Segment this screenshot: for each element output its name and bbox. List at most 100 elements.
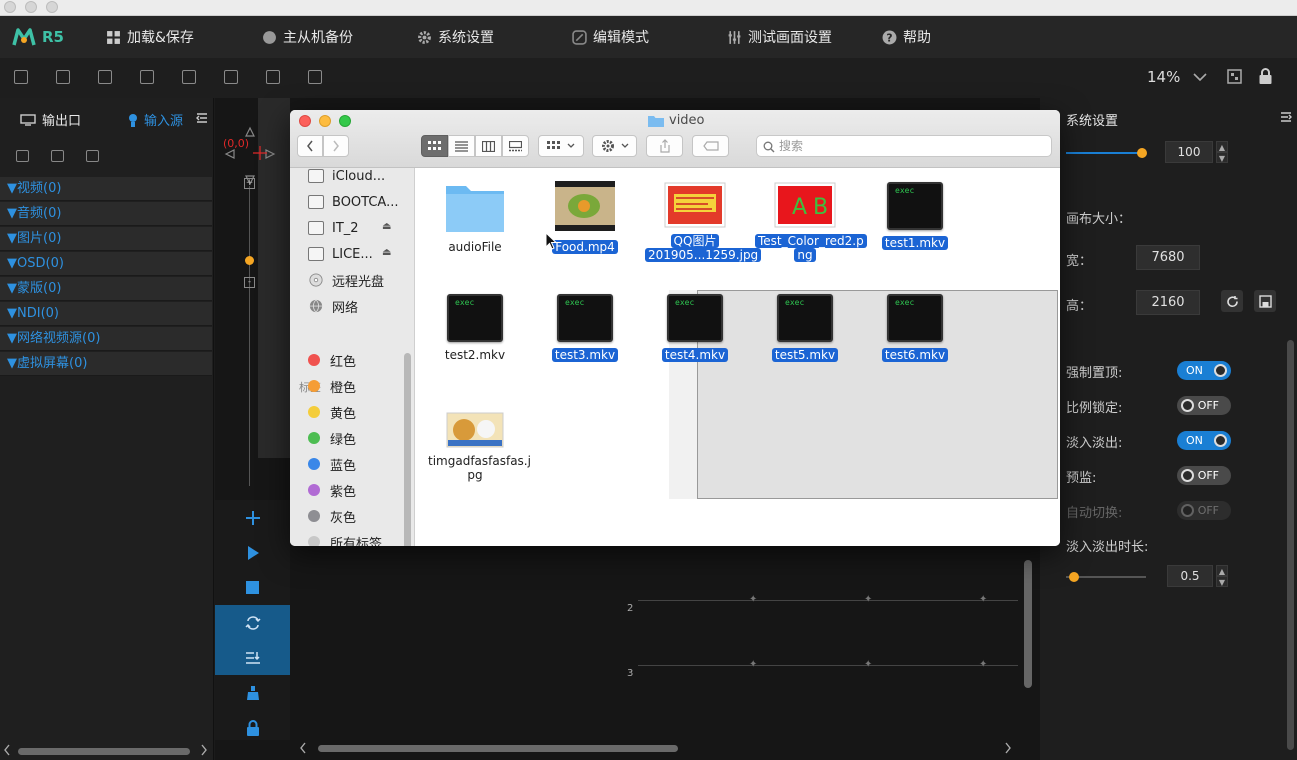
tag-all[interactable]: 所有标签... xyxy=(308,532,394,546)
back-button[interactable] xyxy=(297,135,323,157)
gallery-view-button[interactable] xyxy=(502,135,529,157)
zoom-level[interactable]: 14% xyxy=(1147,68,1180,86)
left-panel-scrollbar[interactable] xyxy=(18,748,190,755)
category-osd[interactable]: ▼OSD(0) xyxy=(0,252,212,276)
fade-duration-value[interactable]: 0.5 xyxy=(1167,565,1213,587)
zoom-slider-knob[interactable] xyxy=(245,256,254,265)
forward-button[interactable] xyxy=(323,135,349,157)
menu-backup[interactable]: 主从机备份 xyxy=(262,16,353,58)
monitor-icon[interactable] xyxy=(182,70,196,84)
pan-control-icon[interactable] xyxy=(222,126,278,186)
finder-search-input[interactable]: 搜索 xyxy=(756,135,1052,157)
lock-button[interactable] xyxy=(215,710,290,745)
add-folder-icon[interactable] xyxy=(16,150,29,162)
opacity-slider-knob[interactable] xyxy=(1137,148,1147,158)
save-size-button[interactable] xyxy=(1254,290,1276,312)
sidebar-item-network[interactable]: 网络 xyxy=(308,296,358,316)
chevron-right-icon[interactable] xyxy=(200,744,208,756)
finder-zoom-button[interactable] xyxy=(339,115,351,127)
lock-icon[interactable] xyxy=(1258,68,1273,85)
qrcode-icon[interactable] xyxy=(1227,69,1242,84)
menu-system-settings[interactable]: 系统设置 xyxy=(417,16,494,58)
file-item[interactable]: exec test2.mkv xyxy=(425,294,525,363)
eject-icon[interactable]: ⏏ xyxy=(382,247,391,258)
width-field[interactable]: 7680 xyxy=(1136,245,1200,270)
timeline-vscroll[interactable] xyxy=(1024,560,1032,688)
tag-yellow[interactable]: 黄色 xyxy=(308,402,356,422)
menu-load-save[interactable]: 加载&保存 xyxy=(106,16,194,58)
category-network-video[interactable]: ▼网络视频源(0) xyxy=(0,327,212,351)
always-on-top-toggle[interactable]: ON xyxy=(1177,361,1231,380)
tab-output[interactable]: 输出口 xyxy=(20,110,81,129)
sidebar-item-license[interactable]: LICE... xyxy=(308,244,373,264)
stepper-up[interactable]: ▲ xyxy=(1216,141,1228,152)
category-ndi[interactable]: ▼NDI(0) xyxy=(0,302,212,326)
collapse-icon[interactable] xyxy=(1280,111,1292,123)
collapse-icon[interactable] xyxy=(196,112,208,124)
grid-view-icon[interactable] xyxy=(86,150,99,162)
timeline-hscroll[interactable] xyxy=(318,745,678,752)
stepper-down[interactable]: ▼ xyxy=(1216,152,1228,163)
opacity-slider-track[interactable] xyxy=(1066,152,1142,154)
import-icon[interactable] xyxy=(266,70,280,84)
menu-help[interactable]: ? 帮助 xyxy=(882,16,931,58)
column-view-button[interactable] xyxy=(475,135,502,157)
save-as-icon[interactable] xyxy=(140,70,154,84)
finder-minimize-button[interactable] xyxy=(319,115,331,127)
chevron-left-icon[interactable] xyxy=(299,742,307,754)
category-video[interactable]: ▼视频(0) xyxy=(0,177,212,201)
fade-toggle[interactable]: ON xyxy=(1177,431,1231,450)
file-item[interactable]: QQ图片 201905...1259.jpg xyxy=(645,182,762,263)
zoom-out-button[interactable]: - xyxy=(244,277,255,288)
file-item[interactable]: AB Test_Color_red2.p ng xyxy=(755,182,867,263)
menu-edit-mode[interactable]: 编辑模式 xyxy=(572,16,649,58)
stop-button[interactable] xyxy=(215,570,290,605)
clean-button[interactable] xyxy=(215,675,290,710)
new-file-icon[interactable] xyxy=(14,70,28,84)
file-item[interactable]: exec test6.mkv xyxy=(865,294,965,363)
sidebar-item-remote-disc[interactable]: 远程光盘 xyxy=(308,270,384,290)
save-icon[interactable] xyxy=(98,70,112,84)
opacity-value[interactable]: 100 xyxy=(1165,141,1213,163)
tag-red[interactable]: 红色 xyxy=(308,350,356,370)
eject-icon[interactable]: ⏏ xyxy=(382,221,391,232)
auto-switch-toggle[interactable]: OFF xyxy=(1177,501,1231,520)
sidebar-scrollbar[interactable] xyxy=(404,353,411,546)
file-item[interactable]: audioFile xyxy=(425,182,525,255)
sidebar-item-icloud[interactable]: iCloud... xyxy=(308,166,385,186)
stepper-up[interactable]: ▲ xyxy=(1216,565,1228,576)
sidebar-item-it2[interactable]: IT_2 xyxy=(308,218,359,238)
chevron-down-icon[interactable] xyxy=(1193,72,1207,82)
tag-orange[interactable]: 橙色 xyxy=(308,376,356,396)
share-button[interactable] xyxy=(646,135,683,157)
sidebar-item-bootcamp[interactable]: BOOTCA... xyxy=(308,192,398,212)
icon-view-button[interactable] xyxy=(421,135,448,157)
menu-test-pattern[interactable]: 测试画面设置 xyxy=(727,16,832,58)
chevron-right-icon[interactable] xyxy=(1004,742,1012,754)
file-item[interactable]: exec test1.mkv xyxy=(865,182,965,251)
list-view-button[interactable] xyxy=(448,135,475,157)
chevron-left-icon[interactable] xyxy=(3,744,11,756)
category-image[interactable]: ▼图片(0) xyxy=(0,227,212,251)
sort-button[interactable] xyxy=(215,640,290,675)
play-button[interactable] xyxy=(215,535,290,570)
window-zoom-button[interactable] xyxy=(46,1,58,13)
tag-gray[interactable]: 灰色 xyxy=(308,506,356,526)
refresh-button[interactable] xyxy=(1221,290,1243,312)
window-close-button[interactable] xyxy=(4,1,16,13)
category-audio[interactable]: ▼音频(0) xyxy=(0,202,212,226)
loop-button[interactable] xyxy=(215,605,290,640)
add-button[interactable] xyxy=(215,500,290,535)
height-field[interactable]: 2160 xyxy=(1136,290,1200,315)
ratio-lock-toggle[interactable]: OFF xyxy=(1177,396,1231,415)
delete-icon[interactable] xyxy=(51,150,64,162)
window-minimize-button[interactable] xyxy=(25,1,37,13)
tag-button[interactable] xyxy=(692,135,729,157)
open-folder-icon[interactable] xyxy=(56,70,70,84)
copy-icon[interactable] xyxy=(224,70,238,84)
stepper-down[interactable]: ▼ xyxy=(1216,576,1228,587)
zoom-in-button[interactable]: + xyxy=(244,178,255,189)
tab-input[interactable]: 输入源 xyxy=(126,110,183,129)
file-item[interactable]: exec test3.mkv xyxy=(535,294,635,363)
file-item[interactable]: timgadfasfasfas.j pg xyxy=(425,412,531,483)
